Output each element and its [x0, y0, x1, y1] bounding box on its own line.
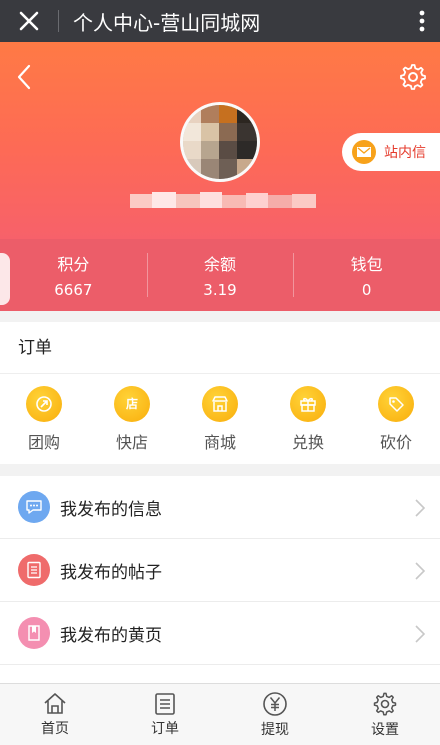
stat-value: 3.19 — [203, 281, 237, 299]
chevron-right-icon — [415, 625, 426, 643]
order-mall[interactable]: 商城 — [176, 374, 264, 464]
close-icon — [19, 11, 39, 31]
tab-label: 设置 — [371, 721, 399, 738]
tab-label: 提现 — [261, 721, 289, 738]
order-list-icon — [155, 692, 175, 715]
stat-points[interactable]: 积分 6667 — [0, 239, 147, 311]
settings-button[interactable] — [398, 62, 428, 92]
chevron-left-icon — [17, 64, 31, 90]
order-categories: 团购 店 快店 商城 兑换 砍价 — [0, 374, 440, 464]
settings-icon — [373, 692, 397, 715]
envelope-icon — [352, 140, 376, 164]
stat-label: 积分 — [57, 255, 90, 274]
account-stats: 积分 6667 余额 3.19 钱包 0 — [0, 239, 440, 311]
orders-section: 订单 团购 店 快店 商城 兑换 砍价 — [0, 322, 440, 464]
group-buy-icon — [26, 385, 62, 422]
stat-label: 余额 — [204, 255, 237, 274]
avatar-image — [183, 105, 257, 179]
mall-icon — [202, 385, 238, 422]
side-drawer-handle[interactable] — [0, 253, 10, 305]
stat-value: 6667 — [54, 281, 93, 299]
shop-icon: 店 — [114, 385, 150, 422]
menu-label: 我发布的帖子 — [60, 562, 162, 583]
menu-label: 我发布的信息 — [60, 499, 162, 520]
avatar[interactable] — [180, 102, 260, 182]
tab-label: 首页 — [41, 720, 69, 737]
order-label: 兑换 — [291, 432, 324, 452]
menu-item-my-posts[interactable]: 我发布的帖子 — [0, 539, 440, 602]
stat-value: 0 — [361, 281, 372, 299]
menu-item-my-info[interactable]: 我发布的信息 — [0, 476, 440, 539]
chat-bubble-icon — [18, 491, 50, 523]
yuan-icon — [263, 691, 287, 716]
gift-icon — [290, 385, 326, 422]
back-button[interactable] — [12, 62, 38, 92]
menu-item-my-yellow-pages[interactable]: 我发布的黄页 — [0, 602, 440, 665]
close-button[interactable] — [0, 0, 58, 42]
chevron-right-icon — [415, 499, 426, 517]
order-label: 团购 — [27, 432, 60, 452]
tab-withdraw[interactable]: 提现 — [220, 684, 330, 745]
more-vertical-icon — [419, 10, 425, 32]
tab-orders[interactable]: 订单 — [110, 684, 220, 745]
orders-title: 订单 — [0, 322, 440, 374]
home-icon — [44, 692, 66, 714]
order-label: 砍价 — [379, 432, 412, 452]
order-exchange[interactable]: 兑换 — [264, 374, 352, 464]
site-message-label: 站内信 — [384, 145, 426, 161]
order-shop[interactable]: 店 快店 — [88, 374, 176, 464]
order-label: 快店 — [115, 432, 148, 452]
menu-label: 我发布的黄页 — [60, 625, 162, 646]
window-title: 个人中心-营山同城网 — [73, 10, 261, 35]
stat-wallet[interactable]: 钱包 0 — [293, 239, 440, 311]
order-label: 商城 — [203, 432, 236, 452]
tab-label: 订单 — [151, 720, 179, 737]
gear-icon — [400, 64, 426, 90]
username-blurred — [130, 190, 320, 212]
more-button[interactable] — [404, 0, 440, 42]
document-icon — [18, 554, 50, 586]
book-icon — [18, 617, 50, 649]
stat-label: 钱包 — [350, 255, 383, 274]
order-group-buy[interactable]: 团购 — [0, 374, 88, 464]
bottom-tab-bar: 首页 订单 提现 设置 — [0, 683, 440, 745]
site-message-button[interactable]: 站内信 — [342, 133, 440, 171]
tab-home[interactable]: 首页 — [0, 684, 110, 745]
title-bar: 个人中心-营山同城网 — [0, 0, 440, 42]
stat-balance[interactable]: 余额 3.19 — [146, 239, 294, 311]
tab-settings[interactable]: 设置 — [330, 684, 440, 745]
chevron-right-icon — [415, 562, 426, 580]
profile-header: 站内信 — [0, 42, 440, 239]
order-bargain[interactable]: 砍价 — [352, 374, 440, 464]
tag-icon — [378, 385, 414, 422]
